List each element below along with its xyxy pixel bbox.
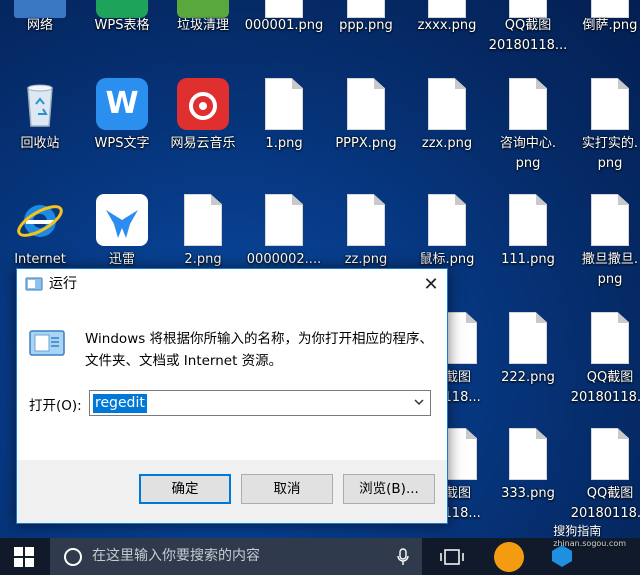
desktop-icon-ie[interactable]: Internet [0,194,80,274]
desktop-file[interactable]: QQ截图 20180118... [570,428,640,528]
desktop-file[interactable]: 倒萨.png [570,0,640,36]
png-file-icon [509,194,547,246]
microphone-icon[interactable] [396,548,410,566]
desktop-file[interactable]: zz.png [326,194,406,274]
wps-writer-icon: W [96,78,148,130]
desktop-file[interactable]: 鼠标.png [407,194,487,274]
desktop-icon-network[interactable]: 网络 [0,0,80,36]
desktop-file[interactable]: 2.png [163,194,243,274]
desktop-icon-xunlei[interactable]: 迅雷 [82,194,162,274]
run-icon [29,330,65,356]
open-input[interactable]: regedit [89,390,431,416]
png-file-icon [591,312,629,364]
run-icon [25,277,43,291]
title-bar[interactable]: 运行 ✕ [17,269,447,300]
ok-button[interactable]: 确定 [139,474,231,504]
dialog-description: Windows 将根据你所输入的名称，为你打开相应的程序、 文件夹、文档或 In… [85,331,434,369]
desktop-file[interactable]: 222.png [488,312,568,392]
desktop-icon-netease-music[interactable]: 网易云音乐 [163,78,243,158]
xunlei-icon [96,194,148,246]
desktop-file[interactable]: 0000002.... [244,194,324,274]
desktop-icon-wps-writer[interactable]: W WPS文字 [82,78,162,158]
open-label: 打开(O): [29,398,82,414]
png-file-icon [509,78,547,130]
cancel-button[interactable]: 取消 [241,474,333,504]
taskbar-app-icon[interactable] [494,542,524,572]
desktop-file[interactable]: 111.png [488,194,568,274]
desktop-icon-recycle-bin[interactable]: 回收站 [0,78,80,158]
close-button[interactable]: ✕ [415,269,447,300]
search-placeholder: 在这里输入你要搜索的内容 [92,548,260,564]
png-file-icon [347,194,385,246]
png-file-icon [265,78,303,130]
png-file-icon [184,194,222,246]
browse-button[interactable]: 浏览(B)... [343,474,435,504]
search-box[interactable]: 在这里输入你要搜索的内容 [50,538,422,575]
recycle-bin-icon [27,84,53,127]
png-file-icon [428,78,466,130]
desktop-icon-wps-sheet[interactable]: WPS表格 [82,0,162,36]
desktop-file[interactable]: ppp.png [326,0,406,36]
png-file-icon [591,194,629,246]
png-file-icon [509,312,547,364]
desktop-icon-cleaner[interactable]: 垃圾清理 [163,0,243,36]
netease-music-icon [177,78,229,130]
png-file-icon [591,78,629,130]
desktop-file[interactable]: 咨询中心. png [488,78,568,178]
desktop-file[interactable]: QQ截图 20180118... [570,312,640,412]
chevron-down-icon[interactable] [412,395,426,409]
desktop-file[interactable]: zxxx.png [407,0,487,36]
desktop-file[interactable]: 实打实的. png [570,78,640,178]
task-view-icon[interactable] [440,548,464,566]
dialog-body: Windows 将根据你所输入的名称，为你打开相应的程序、 文件夹、文档或 In… [17,300,447,523]
png-file-icon [591,428,629,480]
dialog-title: 运行 [49,276,77,292]
windows-start-icon[interactable] [14,547,34,567]
png-file-icon [347,78,385,130]
run-dialog: 运行 ✕ Windows 将根据你所输入的名称，为你打开相应的程序、 文件夹、文… [16,268,448,524]
desktop-file[interactable]: 1.png [244,78,324,158]
desktop-file[interactable]: QQ截图 20180118... [488,0,568,56]
png-file-icon [265,194,303,246]
desktop-file[interactable]: 333.png [488,428,568,508]
taskbar: 在这里输入你要搜索的内容 [0,538,640,575]
desktop-file[interactable]: 000001.png [244,0,324,36]
internet-explorer-icon [17,205,63,237]
desktop-file[interactable]: 撒旦撒旦. png [570,194,640,294]
button-bar: 确定 取消 浏览(B)... [17,460,447,523]
desktop-file[interactable]: zzx.png [407,78,487,158]
png-file-icon [509,428,547,480]
open-input-value: regedit [93,394,147,413]
watermark: 搜狗指南 zhinan.sogou.com [553,524,626,548]
cortana-icon [64,548,82,566]
desktop-file[interactable]: PPPX.png [326,78,406,158]
png-file-icon [428,194,466,246]
